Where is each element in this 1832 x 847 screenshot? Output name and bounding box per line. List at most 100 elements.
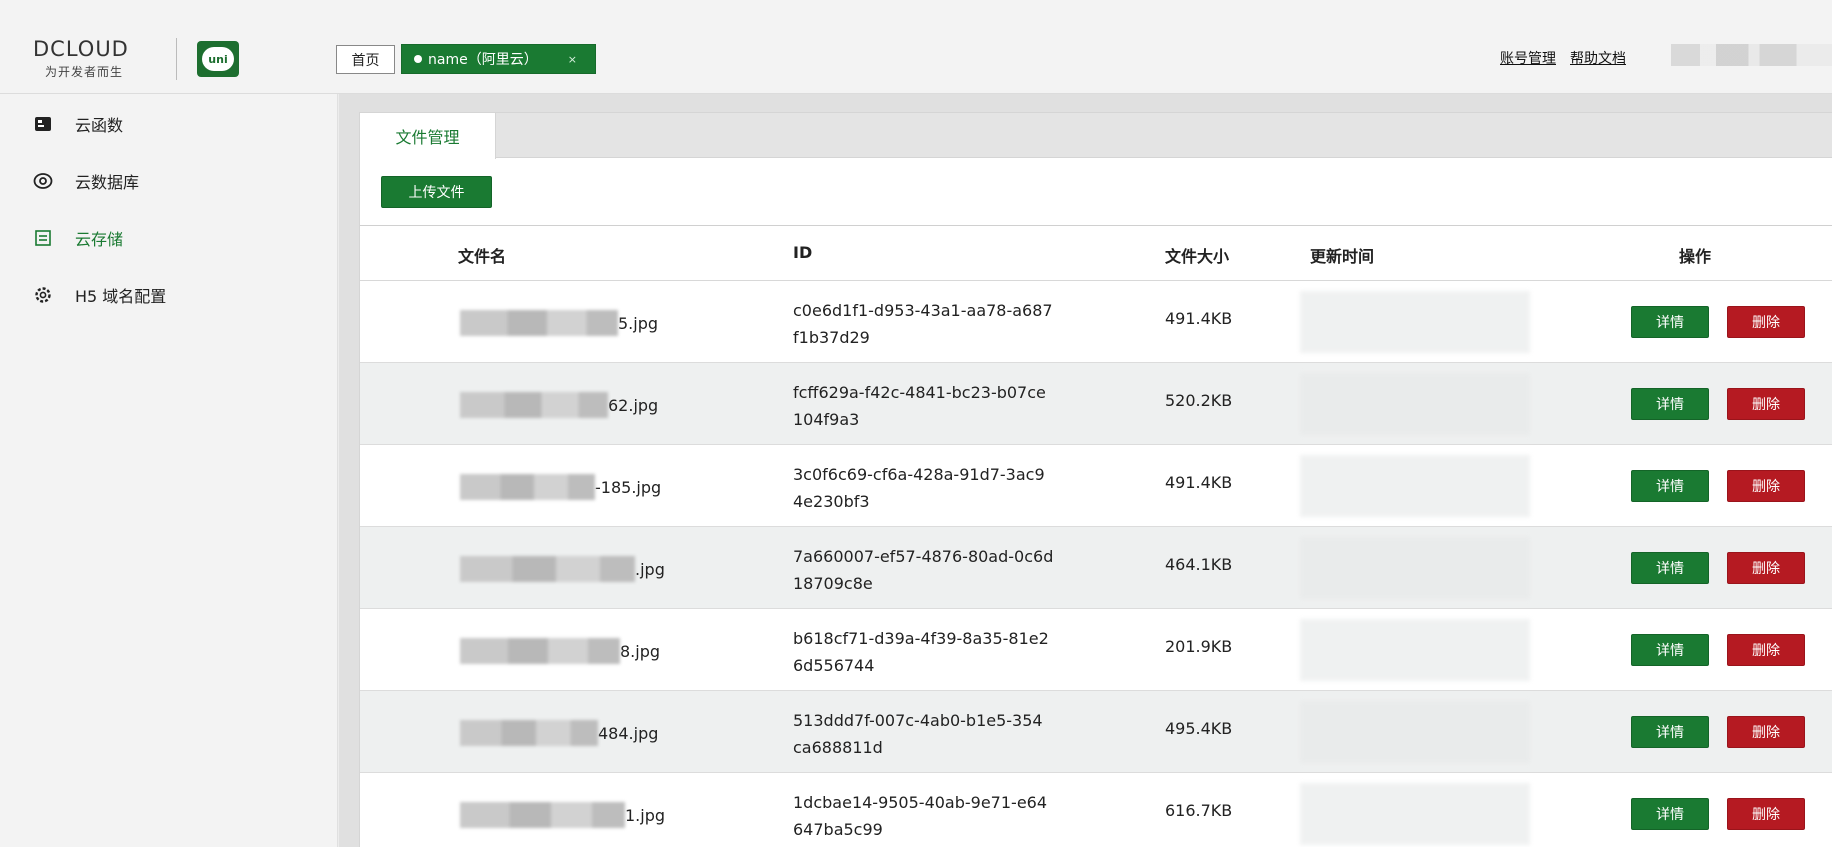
top-header: DCLOUD 为开发者而生 uni 首页 name（阿里云） × 账号管理 帮助… bbox=[0, 0, 1832, 94]
delete-button[interactable]: 删除 bbox=[1727, 716, 1805, 748]
logo-text: DCLOUD bbox=[33, 37, 129, 61]
file-id-line: c0e6d1f1-d953-43a1-aa78-a687 bbox=[793, 301, 1053, 320]
redacted-update-time bbox=[1300, 537, 1530, 599]
table-row: .jpg 7a660007-ef57-4876-80ad-0c6d 18709c… bbox=[360, 527, 1832, 609]
redacted-filename bbox=[460, 310, 618, 336]
file-id-cell: c0e6d1f1-d953-43a1-aa78-a687 f1b37d29 bbox=[793, 297, 1053, 351]
close-icon[interactable]: × bbox=[568, 53, 577, 66]
file-name-text: 484.jpg bbox=[598, 723, 659, 743]
file-name-text: 5.jpg bbox=[618, 313, 659, 333]
tab-space-name[interactable]: name（阿里云） × bbox=[401, 44, 596, 74]
file-id-cell: 513ddd7f-007c-4ab0-b1e5-354 ca688811d bbox=[793, 707, 1043, 761]
storage-icon bbox=[33, 228, 53, 248]
file-id-line: 104f9a3 bbox=[793, 410, 860, 429]
detail-button[interactable]: 详情 bbox=[1631, 388, 1709, 420]
detail-button[interactable]: 详情 bbox=[1631, 716, 1709, 748]
user-info-redacted[interactable] bbox=[1671, 44, 1832, 66]
table-header: 文件名 ID 文件大小 更新时间 操作 bbox=[360, 226, 1832, 281]
redacted-update-time bbox=[1300, 291, 1530, 353]
sidebar: 云函数 云数据库 云存储 H5 域名配置 bbox=[0, 94, 338, 847]
tab-file-management[interactable]: 文件管理 bbox=[360, 113, 496, 159]
file-id-cell: 7a660007-ef57-4876-80ad-0c6d 18709c8e bbox=[793, 543, 1053, 597]
file-name-cell: 8.jpg bbox=[460, 638, 660, 664]
file-size-cell: 201.9KB bbox=[1165, 637, 1233, 656]
gear-icon bbox=[33, 285, 53, 305]
column-header-updated: 更新时间 bbox=[1310, 247, 1375, 266]
sidebar-item-cloud-database[interactable]: 云数据库 bbox=[0, 161, 338, 201]
upload-file-button[interactable]: 上传文件 bbox=[381, 176, 492, 208]
file-id-line: ca688811d bbox=[793, 738, 883, 757]
table-row: 5.jpg c0e6d1f1-d953-43a1-aa78-a687 f1b37… bbox=[360, 281, 1832, 363]
tab-space-label: name（阿里云） bbox=[428, 52, 538, 68]
file-name-text: .jpg bbox=[635, 559, 665, 579]
redacted-update-time bbox=[1300, 373, 1530, 435]
file-size-cell: 464.1KB bbox=[1165, 555, 1233, 574]
table-row: 484.jpg 513ddd7f-007c-4ab0-b1e5-354 ca68… bbox=[360, 691, 1832, 773]
file-name-cell: -185.jpg bbox=[460, 474, 661, 500]
file-name-cell: 62.jpg bbox=[460, 392, 658, 418]
table-row: 1.jpg 1dcbae14-9505-40ab-9e71-e64 647ba5… bbox=[360, 773, 1832, 847]
file-id-line: 6d556744 bbox=[793, 656, 875, 675]
file-management-panel: 文件管理 上传文件 文件名 ID 文件大小 更新时间 操作 5.jpg c0e6… bbox=[359, 112, 1832, 847]
file-id-cell: b618cf71-d39a-4f39-8a35-81e2 6d556744 bbox=[793, 625, 1049, 679]
file-id-line: f1b37d29 bbox=[793, 328, 870, 347]
delete-button[interactable]: 删除 bbox=[1727, 388, 1805, 420]
account-management-link[interactable]: 账号管理 bbox=[1500, 48, 1556, 68]
file-id-cell: 1dcbae14-9505-40ab-9e71-e64 647ba5c99 bbox=[793, 789, 1047, 843]
file-id-line: 647ba5c99 bbox=[793, 820, 883, 839]
detail-button[interactable]: 详情 bbox=[1631, 470, 1709, 502]
detail-button[interactable]: 详情 bbox=[1631, 798, 1709, 830]
redacted-filename bbox=[460, 556, 635, 582]
sidebar-item-cloud-function[interactable]: 云函数 bbox=[0, 104, 338, 144]
tab-home[interactable]: 首页 bbox=[336, 45, 395, 74]
file-name-text: 1.jpg bbox=[625, 805, 666, 825]
detail-button[interactable]: 详情 bbox=[1631, 552, 1709, 584]
delete-button[interactable]: 删除 bbox=[1727, 552, 1805, 584]
file-name-text: 62.jpg bbox=[608, 395, 659, 415]
redacted-update-time bbox=[1300, 783, 1530, 845]
top-links: 账号管理 帮助文档 bbox=[1500, 48, 1626, 68]
active-dot-icon bbox=[414, 55, 422, 63]
redacted-filename bbox=[460, 720, 598, 746]
file-id-line: 7a660007-ef57-4876-80ad-0c6d bbox=[793, 547, 1054, 566]
redacted-filename bbox=[460, 474, 595, 500]
redacted-filename bbox=[460, 802, 625, 828]
sidebar-item-h5-domain[interactable]: H5 域名配置 bbox=[0, 275, 338, 315]
help-docs-link[interactable]: 帮助文档 bbox=[1570, 48, 1626, 68]
file-name-cell: .jpg bbox=[460, 556, 665, 582]
file-name-cell: 484.jpg bbox=[460, 720, 658, 746]
file-size-cell: 495.4KB bbox=[1165, 719, 1233, 738]
table-row: 8.jpg b618cf71-d39a-4f39-8a35-81e2 6d556… bbox=[360, 609, 1832, 691]
file-id-cell: fcff629a-f42c-4841-bc23-b07ce 104f9a3 bbox=[793, 379, 1046, 433]
delete-button[interactable]: 删除 bbox=[1727, 634, 1805, 666]
detail-button[interactable]: 详情 bbox=[1631, 634, 1709, 666]
file-id-line: 4e230bf3 bbox=[793, 492, 870, 511]
file-id-line: b618cf71-d39a-4f39-8a35-81e2 bbox=[793, 629, 1049, 648]
sidebar-item-cloud-storage[interactable]: 云存储 bbox=[0, 218, 338, 258]
file-id-line: 1dcbae14-9505-40ab-9e71-e64 bbox=[793, 793, 1048, 812]
file-id-line: 3c0f6c69-cf6a-428a-91d7-3ac9 bbox=[793, 465, 1045, 484]
column-header-size: 文件大小 bbox=[1165, 247, 1230, 266]
file-id-line: fcff629a-f42c-4841-bc23-b07ce bbox=[793, 383, 1046, 402]
file-size-cell: 491.4KB bbox=[1165, 473, 1233, 492]
delete-button[interactable]: 删除 bbox=[1727, 798, 1805, 830]
sidebar-item-label: 云数据库 bbox=[75, 173, 140, 192]
column-header-id: ID bbox=[793, 243, 813, 262]
uni-badge-text: uni bbox=[202, 47, 234, 71]
file-size-cell: 616.7KB bbox=[1165, 801, 1233, 820]
redacted-filename bbox=[460, 392, 608, 418]
logo-divider bbox=[176, 38, 177, 80]
column-header-filename: 文件名 bbox=[458, 247, 507, 266]
file-size-cell: 520.2KB bbox=[1165, 391, 1233, 410]
file-name-text: 8.jpg bbox=[620, 641, 661, 661]
delete-button[interactable]: 删除 bbox=[1727, 306, 1805, 338]
delete-button[interactable]: 删除 bbox=[1727, 470, 1805, 502]
main-content: 文件管理 上传文件 文件名 ID 文件大小 更新时间 操作 5.jpg c0e6… bbox=[339, 94, 1832, 847]
detail-button[interactable]: 详情 bbox=[1631, 306, 1709, 338]
redacted-update-time bbox=[1300, 701, 1530, 763]
column-header-actions: 操作 bbox=[1679, 247, 1712, 266]
file-table: 文件名 ID 文件大小 更新时间 操作 5.jpg c0e6d1f1-d953-… bbox=[360, 225, 1832, 847]
file-name-cell: 5.jpg bbox=[460, 310, 658, 336]
panel-tab-bar: 文件管理 bbox=[360, 113, 1832, 159]
dcloud-logo[interactable]: DCLOUD 为开发者而生 bbox=[33, 38, 158, 80]
